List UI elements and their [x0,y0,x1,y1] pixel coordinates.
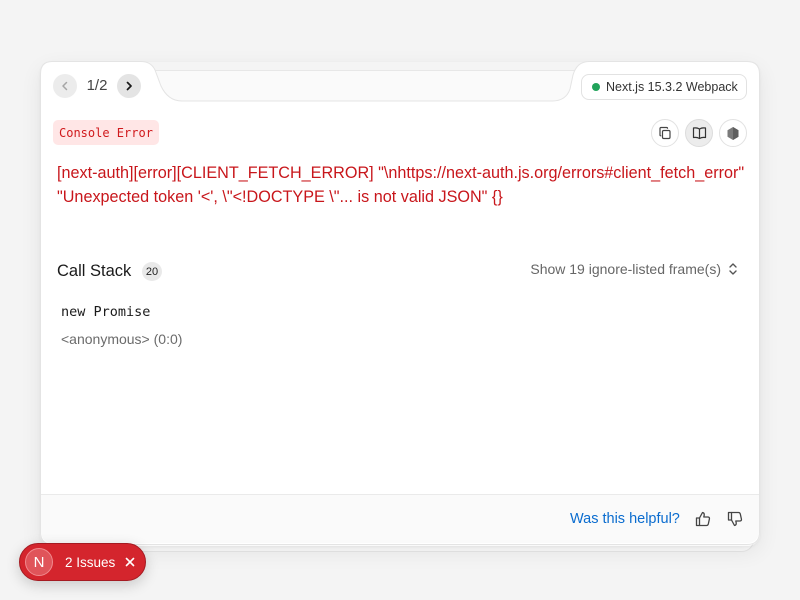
stack-frame-location: <anonymous> (0:0) [61,331,183,347]
nodejs-hexagon-icon [727,126,739,140]
copy-error-button[interactable] [651,119,679,147]
nextjs-version-badge[interactable]: Next.js 15.3.2 Webpack [581,74,747,100]
stack-frame-name[interactable]: new Promise [61,304,150,320]
chevron-right-icon [126,81,132,91]
thumbs-down-button[interactable] [724,508,746,530]
close-icon [125,557,135,567]
footer-divider [41,494,759,495]
chevron-up-down-icon [729,263,737,275]
open-docs-button[interactable] [685,119,713,147]
error-type-badge: Console Error [53,120,159,145]
show-ignored-frames-button[interactable]: Show 19 ignore-listed frame(s) [530,261,738,277]
issues-indicator: N 2 Issues [19,543,146,581]
version-label: Next.js 15.3.2 Webpack [606,80,738,94]
show-ignored-frames-label: Show 19 ignore-listed frame(s) [530,261,721,277]
thumbs-up-button[interactable] [692,508,714,530]
feedback-prompt: Was this helpful? [570,511,680,527]
error-message: [next-auth][error][CLIENT_FETCH_ERROR] "… [57,164,745,206]
docs-book-icon [692,127,706,140]
status-dot [592,83,600,91]
call-stack-title: Call Stack [57,262,132,280]
nextjs-logo-icon: N [33,553,45,571]
issues-count-button[interactable]: 2 Issues [65,555,115,570]
dismiss-issues-button[interactable] [125,557,135,567]
thumbs-down-icon [727,511,743,527]
chevron-left-icon [62,81,68,91]
previous-error-button[interactable] [53,74,77,98]
next-error-button[interactable] [117,74,141,98]
node-inspector-button[interactable] [719,119,747,147]
error-counter: 1/2 [86,77,108,94]
call-stack-count-badge: 20 [142,262,162,281]
thumbs-up-icon [695,511,711,527]
copy-icon [659,126,671,140]
nextjs-logo-button[interactable]: N [25,548,53,576]
